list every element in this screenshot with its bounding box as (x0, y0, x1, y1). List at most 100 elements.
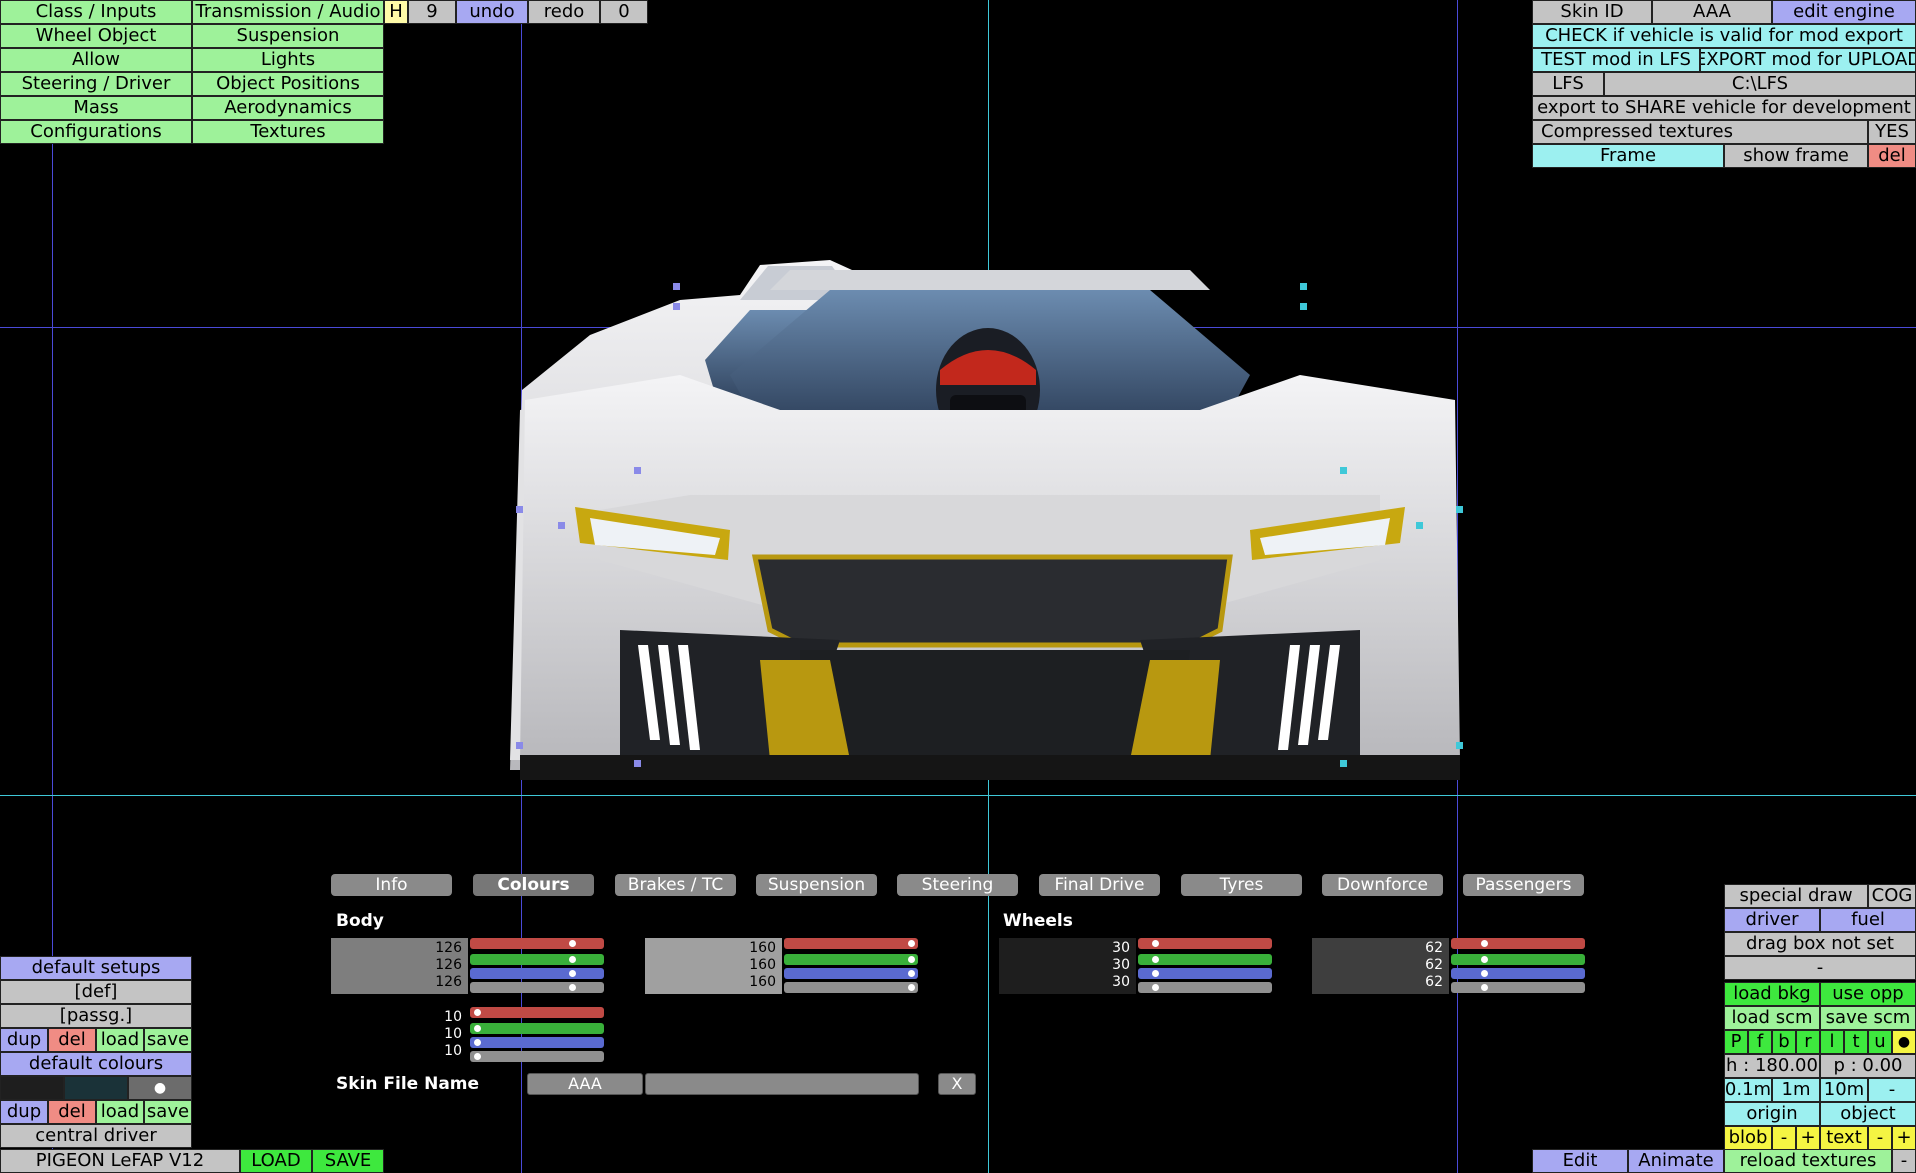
blob-plus-button[interactable]: + (1796, 1126, 1820, 1150)
blob-button[interactable]: blob (1724, 1126, 1772, 1150)
menu-lights[interactable]: Lights (192, 48, 384, 72)
compressed-textures-toggle[interactable]: YES (1868, 120, 1916, 144)
slider-knob[interactable] (1481, 984, 1488, 991)
slider-knob[interactable] (1152, 984, 1159, 991)
slider-knob[interactable] (1481, 956, 1488, 963)
pitch-field[interactable]: p : 0.00 (1820, 1054, 1916, 1078)
control-point[interactable] (516, 742, 523, 749)
red-slider[interactable] (1451, 938, 1585, 949)
tab-downforce[interactable]: Downforce (1322, 874, 1443, 896)
green-slider[interactable] (470, 1023, 604, 1034)
red-slider[interactable] (470, 938, 604, 949)
setup-load-button[interactable]: load (96, 1028, 144, 1052)
tab-steering[interactable]: Steering (897, 874, 1018, 896)
tab-colours[interactable]: Colours (473, 874, 594, 896)
edit-mode-button[interactable]: Edit (1532, 1149, 1628, 1173)
blue-slider[interactable] (470, 968, 604, 979)
slider-knob[interactable] (908, 956, 915, 963)
slider-knob[interactable] (569, 984, 576, 991)
control-point[interactable] (1300, 303, 1307, 310)
menu-configurations[interactable]: Configurations (0, 120, 192, 144)
control-point[interactable] (673, 283, 680, 290)
wheels-colour-1-swatch[interactable]: 30 30 30 (999, 938, 1136, 994)
load-bkg-button[interactable]: load bkg (1724, 982, 1820, 1006)
control-point[interactable] (1300, 283, 1307, 290)
menu-mass[interactable]: Mass (0, 96, 192, 120)
slider-knob[interactable] (474, 1053, 481, 1060)
grey-slider[interactable] (470, 982, 604, 993)
tab-info[interactable]: Info (331, 874, 452, 896)
view-u-button[interactable]: u (1868, 1030, 1892, 1054)
central-driver-button[interactable]: central driver (0, 1124, 192, 1148)
text-plus-button[interactable]: + (1892, 1126, 1916, 1150)
reload-textures-button[interactable]: reload textures (1724, 1149, 1892, 1173)
vehicle-load-button[interactable]: LOAD (240, 1149, 312, 1173)
check-valid-button[interactable]: CHECK if vehicle is valid for mod export (1532, 24, 1916, 48)
view-r-button[interactable]: r (1796, 1030, 1820, 1054)
colours-dup-button[interactable]: dup (0, 1100, 48, 1124)
load-scm-button[interactable]: load scm (1724, 1006, 1820, 1030)
tab-brakes-tc[interactable]: Brakes / TC (615, 874, 736, 896)
text-button[interactable]: text (1820, 1126, 1868, 1150)
view-f-button[interactable]: f (1748, 1030, 1772, 1054)
red-slider[interactable] (1138, 938, 1272, 949)
green-slider[interactable] (784, 954, 918, 965)
step-1m-button[interactable]: 1m (1772, 1078, 1820, 1102)
grey-slider[interactable] (1138, 982, 1272, 993)
frame-button[interactable]: Frame (1532, 144, 1724, 168)
show-frame-button[interactable]: show frame (1724, 144, 1868, 168)
body-colour-2-swatch[interactable]: 160 160 160 (645, 938, 782, 994)
slider-knob[interactable] (908, 940, 915, 947)
view-b-button[interactable]: b (1772, 1030, 1796, 1054)
slider-knob[interactable] (1152, 970, 1159, 977)
use-opp-button[interactable]: use opp (1820, 982, 1916, 1006)
control-point[interactable] (1416, 522, 1423, 529)
vehicle-save-button[interactable]: SAVE (312, 1149, 384, 1173)
blob-minus-button[interactable]: - (1772, 1126, 1796, 1150)
tab-tyres[interactable]: Tyres (1181, 874, 1302, 896)
control-point[interactable] (1340, 760, 1347, 767)
skin-id-value[interactable]: AAA (1652, 0, 1772, 24)
grey-slider[interactable] (470, 1051, 604, 1062)
colour-slot-3[interactable]: ● (128, 1076, 192, 1100)
step-0-1m-button[interactable]: 0.1m (1724, 1078, 1772, 1102)
colour-slot-2[interactable] (64, 1076, 128, 1100)
redo-button[interactable]: redo (528, 0, 600, 24)
setup-dup-button[interactable]: dup (0, 1028, 48, 1052)
slider-knob[interactable] (908, 970, 915, 977)
skin-file-clear-button[interactable]: X (938, 1073, 976, 1095)
tab-final-drive[interactable]: Final Drive (1039, 874, 1160, 896)
skin-file-name-field[interactable]: AAA (527, 1073, 643, 1095)
green-slider[interactable] (1138, 954, 1272, 965)
wheels-colour-2-swatch[interactable]: 62 62 62 (1312, 938, 1449, 994)
slider-knob[interactable] (474, 1009, 481, 1016)
object-button[interactable]: object (1820, 1102, 1916, 1126)
menu-aerodynamics[interactable]: Aerodynamics (192, 96, 384, 120)
text-minus-button[interactable]: - (1868, 1126, 1892, 1150)
green-slider[interactable] (470, 954, 604, 965)
setup-save-button[interactable]: save (144, 1028, 192, 1052)
control-point[interactable] (1456, 742, 1463, 749)
export-share-button[interactable]: export to SHARE vehicle for development (1532, 96, 1916, 120)
animate-mode-button[interactable]: Animate (1628, 1149, 1724, 1173)
slider-knob[interactable] (569, 940, 576, 947)
menu-class-inputs[interactable]: Class / Inputs (0, 0, 192, 24)
control-point[interactable] (634, 467, 641, 474)
fuel-button[interactable]: fuel (1820, 908, 1916, 932)
colours-save-button[interactable]: save (144, 1100, 192, 1124)
slider-knob[interactable] (1152, 956, 1159, 963)
view-l-button[interactable]: l (1820, 1030, 1844, 1054)
slider-knob[interactable] (908, 984, 915, 991)
vehicle-viewport[interactable] (500, 260, 1480, 800)
driver-button[interactable]: driver (1724, 908, 1820, 932)
setup-passg-item[interactable]: [passg.] (0, 1004, 192, 1028)
menu-object-positions[interactable]: Object Positions (192, 72, 384, 96)
export-mod-button[interactable]: EXPORT mod for UPLOAD (1700, 48, 1916, 72)
slider-knob[interactable] (1481, 940, 1488, 947)
slider-knob[interactable] (1152, 940, 1159, 947)
default-colours-button[interactable]: default colours (0, 1052, 192, 1076)
control-point[interactable] (558, 522, 565, 529)
heading-field[interactable]: h : 180.00 (1724, 1054, 1820, 1078)
setup-def-item[interactable]: [def] (0, 980, 192, 1004)
slider-knob[interactable] (474, 1039, 481, 1046)
